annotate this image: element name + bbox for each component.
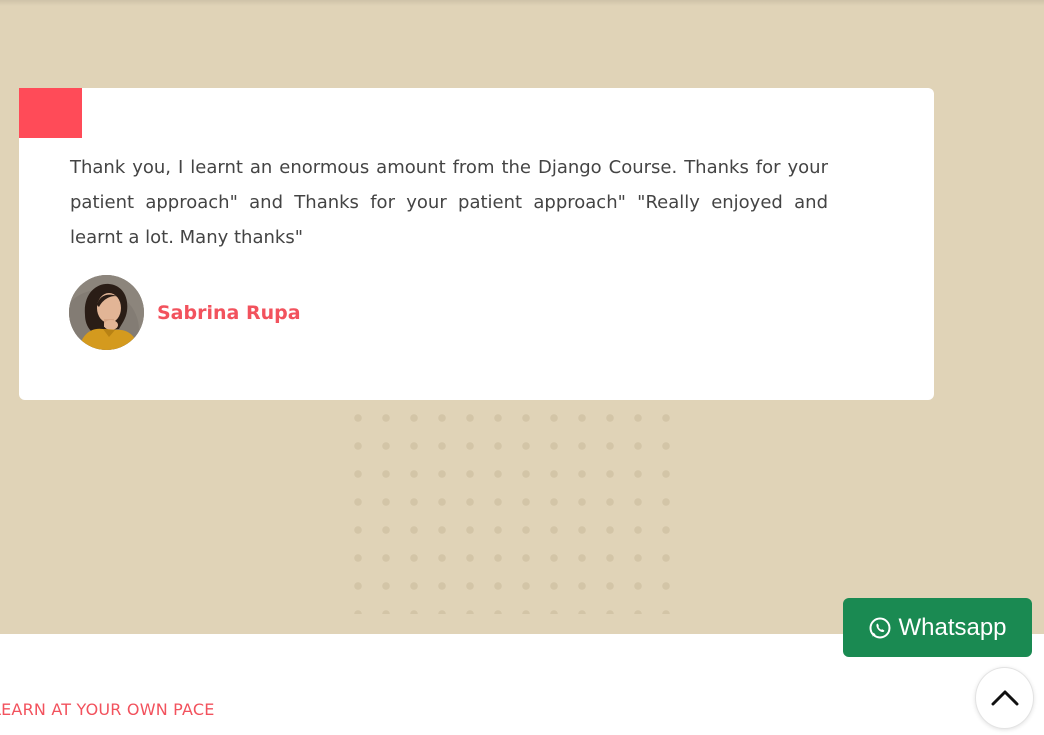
author-avatar — [69, 275, 144, 350]
whatsapp-label: Whatsapp — [898, 613, 1007, 641]
testimonial-section: Thank you, I learnt an enormous amount f… — [0, 0, 1044, 634]
whatsapp-button[interactable]: Whatsapp — [843, 598, 1032, 657]
testimonial-quote: Thank you, I learnt an enormous amount f… — [70, 157, 828, 248]
chevron-up-icon — [991, 690, 1018, 706]
testimonial-author: Sabrina Rupa — [69, 275, 301, 350]
person-avatar-icon — [69, 275, 144, 350]
dot-pattern-decoration — [344, 404, 680, 614]
scroll-to-top-button[interactable] — [975, 667, 1034, 729]
section-subtitle: LEARN AT YOUR OWN PACE — [0, 700, 215, 719]
header-shadow — [0, 0, 1044, 6]
testimonial-card: Thank you, I learnt an enormous amount f… — [19, 88, 934, 400]
whatsapp-icon — [869, 617, 891, 638]
author-name: Sabrina Rupa — [157, 301, 301, 324]
accent-square — [19, 88, 82, 138]
